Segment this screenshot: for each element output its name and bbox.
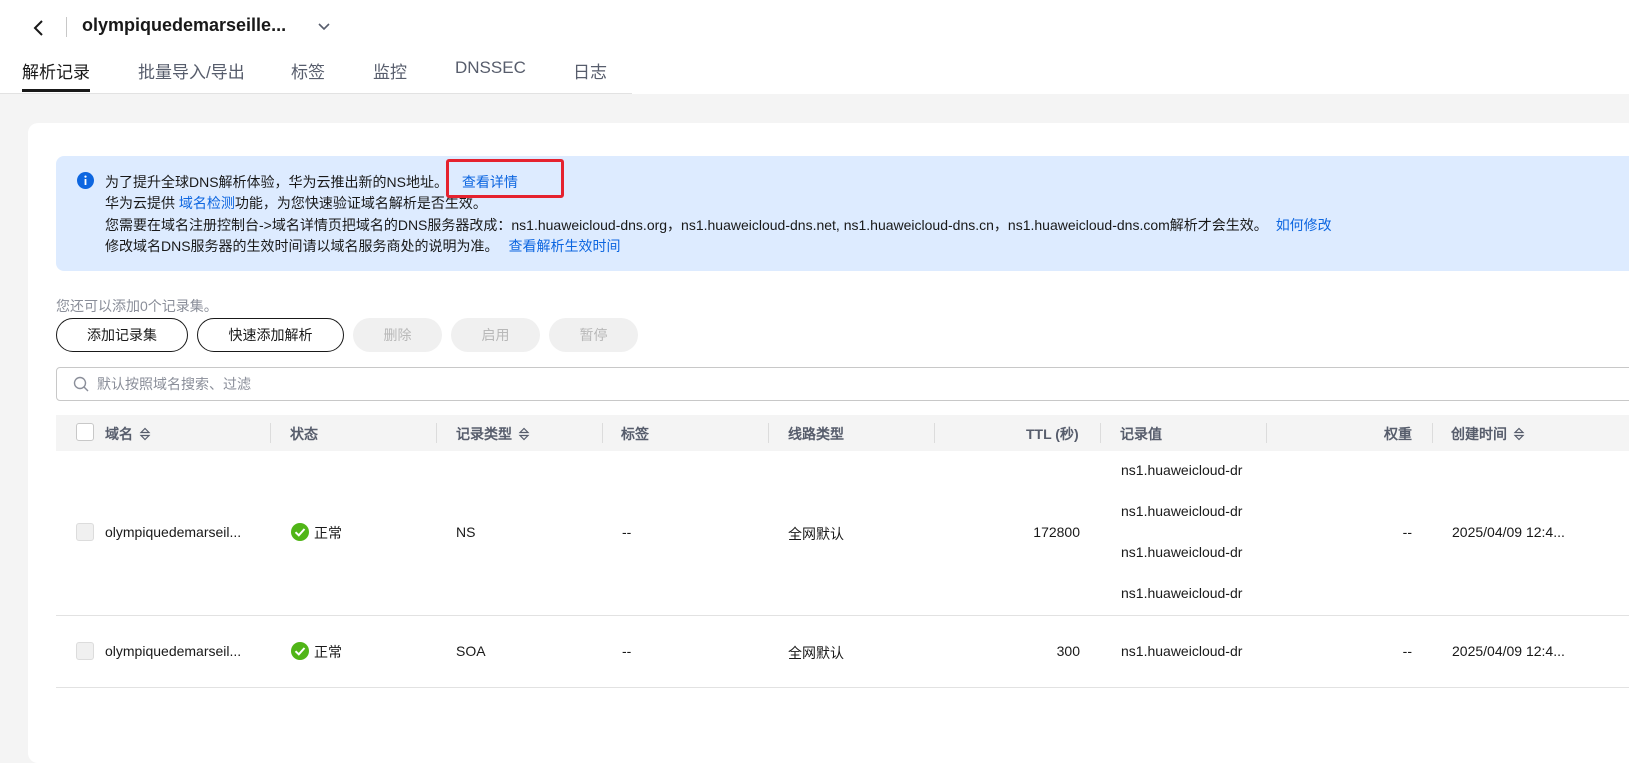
tab-dnssec[interactable]: DNSSEC xyxy=(455,58,526,78)
cell-value: ns1.huaweicloud-dr xyxy=(1121,503,1243,519)
tab-bar: 解析记录 批量导入/导出 标签 监控 DNSSEC 日志 xyxy=(0,50,632,94)
cell-weight: -- xyxy=(1402,524,1412,540)
column-header-created[interactable]: 创建时间 xyxy=(1451,424,1525,444)
add-record-set-button[interactable]: 添加记录集 xyxy=(56,318,188,352)
cell-value: ns1.huaweicloud-dr xyxy=(1121,544,1243,560)
select-all-checkbox[interactable] xyxy=(76,423,94,441)
domain-check-link[interactable]: 域名检测 xyxy=(179,195,235,211)
notice-line-3: 您需要在域名注册控制台->域名详情页把域名的DNS服务器改成：ns1.huawe… xyxy=(105,215,1332,235)
row-checkbox[interactable] xyxy=(76,642,94,660)
cell-created: 2025/04/09 12:4... xyxy=(1452,643,1565,659)
highlight-annotation xyxy=(446,159,564,198)
pause-button[interactable]: 暂停 xyxy=(549,318,638,352)
column-divider xyxy=(934,423,935,443)
column-header-value: 记录值 xyxy=(1120,426,1162,442)
active-tab-indicator xyxy=(22,89,90,92)
column-header-ttl: TTL (秒) xyxy=(1026,426,1079,442)
chevron-down-icon xyxy=(318,23,330,31)
table-header: 域名 状态 记录类型 标签 线路类型 TTL (秒) 记录值 权重 创建时间 xyxy=(56,415,1629,451)
column-divider xyxy=(768,423,769,443)
cell-value: ns1.huaweicloud-dr xyxy=(1121,462,1243,478)
cell-ttl: 300 xyxy=(1056,643,1080,659)
cell-status: 正常 xyxy=(314,525,342,541)
column-label: 记录类型 xyxy=(456,426,512,442)
check-circle-icon xyxy=(291,523,309,541)
column-divider xyxy=(1266,423,1267,443)
how-to-modify-link[interactable]: 如何修改 xyxy=(1276,217,1332,233)
cell-tag: -- xyxy=(622,524,632,540)
cell-weight: -- xyxy=(1402,643,1412,659)
row-divider xyxy=(56,615,1629,616)
search-input[interactable] xyxy=(97,372,997,396)
cell-record-type: NS xyxy=(456,524,476,540)
tab-import-export[interactable]: 批量导入/导出 xyxy=(138,58,245,83)
column-header-domain[interactable]: 域名 xyxy=(105,424,151,444)
notice-line-4: 修改域名DNS服务器的生效时间请以域名服务商处的说明为准。 查看解析生效时间 xyxy=(105,236,620,256)
cell-value: ns1.huaweicloud-dr xyxy=(1121,585,1243,601)
cell-record-type: SOA xyxy=(456,643,486,659)
search-bar xyxy=(56,367,1629,401)
cell-value: ns1.huaweicloud-dr xyxy=(1121,643,1243,659)
delete-button[interactable]: 删除 xyxy=(353,318,442,352)
notice-line-2: 华为云提供 域名检测功能，为您快速验证域名解析是否生效。 xyxy=(105,193,487,213)
tab-logs[interactable]: 日志 xyxy=(573,58,607,83)
divider xyxy=(66,17,67,37)
tab-tags[interactable]: 标签 xyxy=(291,58,325,83)
back-button[interactable] xyxy=(28,16,48,40)
quick-add-button[interactable]: 快速添加解析 xyxy=(197,318,344,352)
cell-domain[interactable]: olympiquedemarseil... xyxy=(105,524,241,540)
column-header-tag: 标签 xyxy=(621,426,649,442)
row-divider xyxy=(56,687,1629,688)
column-label: 域名 xyxy=(105,426,133,442)
quota-text: 您还可以添加0个记录集。 xyxy=(56,298,218,314)
sort-icon xyxy=(518,427,530,441)
column-divider xyxy=(1100,423,1101,443)
cell-tag: -- xyxy=(622,643,632,659)
domain-switch-dropdown[interactable] xyxy=(316,18,332,36)
cell-ttl: 172800 xyxy=(1033,524,1080,540)
search-icon xyxy=(73,376,89,392)
cell-created: 2025/04/09 12:4... xyxy=(1452,524,1565,540)
top-bar: olympiquedemarseille... 解析记录 批量导入/导出 标签 … xyxy=(0,0,1629,94)
tab-monitor[interactable]: 监控 xyxy=(373,58,407,83)
notice-text: 您需要在域名注册控制台->域名详情页把域名的DNS服务器改成：ns1.huawe… xyxy=(105,217,1268,233)
cell-line-type: 全网默认 xyxy=(788,526,844,542)
effective-time-link[interactable]: 查看解析生效时间 xyxy=(508,238,620,254)
info-icon xyxy=(77,172,94,189)
column-divider xyxy=(1432,423,1433,443)
column-header-line-type: 线路类型 xyxy=(788,426,844,442)
column-divider xyxy=(602,423,603,443)
enable-button[interactable]: 启用 xyxy=(451,318,540,352)
cell-domain[interactable]: olympiquedemarseil... xyxy=(105,643,241,659)
notice-text: 修改域名DNS服务器的生效时间请以域名服务商处的说明为准。 xyxy=(105,238,499,254)
cell-status: 正常 xyxy=(314,644,342,660)
notice-text: 华为云提供 xyxy=(105,195,179,211)
check-circle-icon xyxy=(291,642,309,660)
notice-text: 为了提升全球DNS解析体验，华为云推出新的NS地址。 xyxy=(105,174,449,190)
column-divider xyxy=(270,423,271,443)
column-header-status: 状态 xyxy=(290,426,318,442)
column-label: 创建时间 xyxy=(1451,426,1507,442)
column-header-record-type[interactable]: 记录类型 xyxy=(456,424,530,444)
chevron-left-icon xyxy=(33,20,43,36)
column-divider xyxy=(436,423,437,443)
column-header-weight: 权重 xyxy=(1384,426,1412,442)
tab-records[interactable]: 解析记录 xyxy=(22,58,90,83)
sort-icon xyxy=(139,427,151,441)
page-title: olympiquedemarseille... xyxy=(82,15,287,35)
cell-line-type: 全网默认 xyxy=(788,645,844,661)
sort-icon xyxy=(1513,427,1525,441)
row-checkbox[interactable] xyxy=(76,523,94,541)
